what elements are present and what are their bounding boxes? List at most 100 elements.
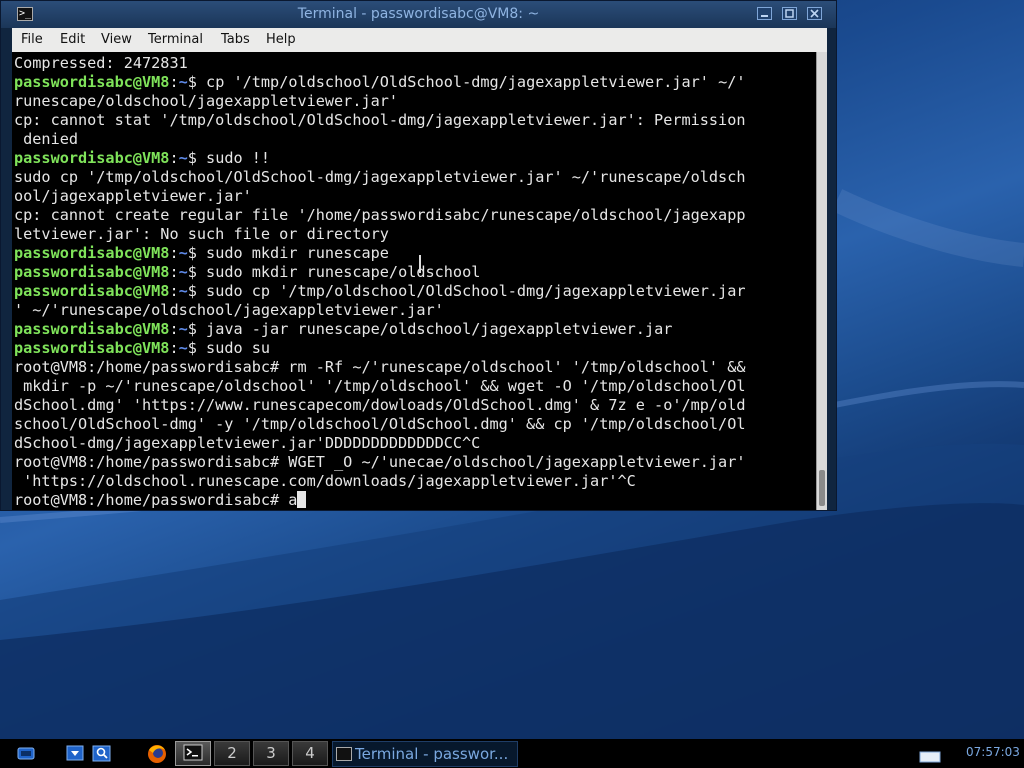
terminal-line: Compressed: 2472831 [14,54,746,73]
terminal-cursor [297,491,307,508]
prompt-path: ~ [178,282,188,300]
terminal-task-icon [336,747,352,761]
prompt-user: passwordisabc@VM8 [14,73,170,91]
terminal-line: cp: cannot create regular file '/home/pa… [14,206,746,225]
terminal-line: passwordisabc@VM8:~$ sudo mkdir runescap… [14,263,746,282]
terminal-line: passwordisabc@VM8:~$ sudo !! [14,149,746,168]
terminal-line: letviewer.jar': No such file or director… [14,225,746,244]
line-text: cp: cannot create regular file '/home/pa… [14,206,746,224]
line-text: ' ~/'runescape/oldschool/jagexappletview… [14,301,444,319]
network-tray-icon[interactable] [918,741,942,766]
line-text: $ sudo cp '/tmp/oldschool/OldSchool-dmg/… [187,282,746,300]
prompt-path: ~ [178,73,188,91]
maximize-button[interactable] [782,7,797,20]
line-text: root@VM8:/home/passwordisabc# rm -Rf ~/'… [14,358,746,376]
show-desktop-icon[interactable] [64,741,86,766]
line-text: dSchool.dmg' 'https://www.runescapecom/d… [14,396,746,414]
terminal-line: ' ~/'runescape/oldschool/jagexappletview… [14,301,746,320]
terminal-line: passwordisabc@VM8:~$ sudo su [14,339,746,358]
line-text: : [169,320,179,338]
line-text: 'https://oldschool.runescape.com/downloa… [14,472,636,490]
line-text: $ sudo mkdir runescape [187,244,389,262]
terminal-line: passwordisabc@VM8:~$ sudo cp '/tmp/oldsc… [14,282,746,301]
terminal-line: runescape/oldschool/jagexappletviewer.ja… [14,92,746,111]
workspace-2-button[interactable]: 2 [214,741,250,766]
terminal-line: cp: cannot stat '/tmp/oldschool/OldSchoo… [14,111,746,130]
line-text: mkdir -p ~/'runescape/oldschool' '/tmp/o… [14,377,746,395]
line-text: dSchool-dmg/jagexappletviewer.jar'DDDDDD… [14,434,481,452]
line-text: Compressed: 2472831 [14,54,188,72]
menu-help[interactable]: Help [266,32,296,47]
prompt-user: passwordisabc@VM8 [14,339,170,357]
prompt-path: ~ [178,263,188,281]
text-cursor-ibeam [419,255,421,273]
terminal-line: denied [14,130,746,149]
prompt-user: passwordisabc@VM8 [14,282,170,300]
terminal-line: dSchool.dmg' 'https://www.runescapecom/d… [14,396,746,415]
menu-view[interactable]: View [101,32,132,47]
terminal-text: Compressed: 2472831 passwordisabc@VM8:~$ … [14,54,746,510]
workspace-3-button[interactable]: 3 [253,741,289,766]
workspace-4-button[interactable]: 4 [292,741,328,766]
menu-edit[interactable]: Edit [60,32,85,47]
prompt-user: passwordisabc@VM8 [14,149,170,167]
line-text: : [169,282,179,300]
terminal-line: passwordisabc@VM8:~$ cp '/tmp/oldschool/… [14,73,746,92]
terminal-launcher-icon[interactable] [175,741,211,766]
terminal-scrollbar[interactable] [816,52,827,510]
line-text: letviewer.jar': No such file or director… [14,225,389,243]
terminal-line: ool/jagexappletviewer.jar' [14,187,746,206]
taskbar-terminal-task[interactable]: Terminal - passwor... [332,741,518,767]
search-icon[interactable] [92,741,112,766]
menu-tabs[interactable]: Tabs [221,32,250,47]
menu-file[interactable]: File [21,32,43,47]
prompt-path: ~ [178,149,188,167]
line-text: ool/jagexappletviewer.jar' [14,187,252,205]
terminal-output[interactable]: Compressed: 2472831 passwordisabc@VM8:~$ … [12,52,816,510]
menu-bar: File Edit View Terminal Tabs Help [12,28,827,52]
prompt-user: passwordisabc@VM8 [14,263,170,281]
line-text: root@VM8:/home/passwordisabc# a [14,491,298,509]
prompt-path: ~ [178,339,188,357]
terminal-line: passwordisabc@VM8:~$ java -jar runescape… [14,320,746,339]
line-text: school/OldSchool-dmg' -y '/tmp/oldschool… [14,415,746,433]
line-text: $ sudo su [187,339,271,357]
line-text: $ sudo mkdir runescape/oldschool [187,263,481,281]
prompt-user: passwordisabc@VM8 [14,320,170,338]
window-title: Terminal - passwordisabc@VM8: ~ [297,6,540,22]
line-text: : [169,149,179,167]
line-text: : [169,263,179,281]
line-text: denied [14,130,79,148]
terminal-line: 'https://oldschool.runescape.com/downloa… [14,472,746,491]
close-button[interactable] [807,7,822,20]
window-titlebar[interactable]: >_ Terminal - passwordisabc@VM8: ~ [1,1,836,28]
taskbar: 2 3 4 Terminal - passwor... 07:57:03 [0,739,1024,768]
terminal-line: dSchool-dmg/jagexappletviewer.jar'DDDDDD… [14,434,746,453]
menu-launcher-icon[interactable] [6,741,46,766]
terminal-line: root@VM8:/home/passwordisabc# WGET _O ~/… [14,453,746,472]
terminal-line: root@VM8:/home/passwordisabc# rm -Rf ~/'… [14,358,746,377]
menu-terminal[interactable]: Terminal [148,32,203,47]
line-text: $ java -jar runescape/oldschool/jagexapp… [187,320,673,338]
firefox-icon[interactable] [144,741,170,766]
scrollbar-thumb[interactable] [819,470,825,506]
line-text: runescape/oldschool/jagexappletviewer.ja… [14,92,399,110]
terminal-line: passwordisabc@VM8:~$ sudo mkdir runescap… [14,244,746,263]
line-text: $ cp '/tmp/oldschool/OldSchool-dmg/jagex… [187,73,746,91]
clock[interactable]: 07:57:03 [966,745,1020,759]
line-text: sudo cp '/tmp/oldschool/OldSchool-dmg/ja… [14,168,746,186]
line-text: : [169,73,179,91]
line-text: : [169,339,179,357]
terminal-line: root@VM8:/home/passwordisabc# a [14,491,746,510]
line-text: cp: cannot stat '/tmp/oldschool/OldSchoo… [14,111,746,129]
line-text: root@VM8:/home/passwordisabc# WGET _O ~/… [14,453,746,471]
minimize-button[interactable] [757,7,772,20]
prompt-user: passwordisabc@VM8 [14,244,170,262]
prompt-path: ~ [178,320,188,338]
terminal-line: mkdir -p ~/'runescape/oldschool' '/tmp/o… [14,377,746,396]
terminal-window[interactable]: >_ Terminal - passwordisabc@VM8: ~ File … [0,0,837,511]
terminal-line: school/OldSchool-dmg' -y '/tmp/oldschool… [14,415,746,434]
terminal-line: sudo cp '/tmp/oldschool/OldSchool-dmg/ja… [14,168,746,187]
line-text: $ sudo !! [187,149,271,167]
line-text: : [169,244,179,262]
